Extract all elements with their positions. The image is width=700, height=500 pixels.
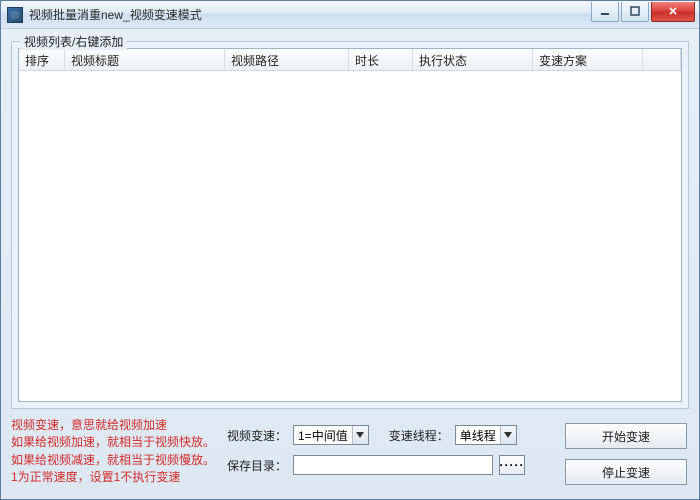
column-header[interactable]: 时长 [349,49,413,70]
column-header[interactable]: 视频路径 [225,49,349,70]
chevron-down-icon [352,426,368,444]
controls-area: 视频变速： 1=中间值 变速线程： 单线程 [221,415,563,493]
app-icon [7,7,23,23]
window-title: 视频批量消重new_视频变速模式 [29,6,589,23]
column-header[interactable]: 排序 [19,49,65,70]
row-savedir: 保存目录： ····· [227,455,525,475]
start-button[interactable]: 开始变速 [565,423,687,449]
title-bar: 视频批量消重new_视频变速模式 [1,1,699,29]
list-body[interactable] [19,71,681,401]
help-line: 如果给视频加速，就相当于视频快放。 [11,434,221,451]
close-icon [668,6,678,16]
minimize-icon [600,6,610,16]
list-header: 排序视频标题视频路径时长执行状态变速方案 [19,49,681,71]
close-button[interactable] [651,2,695,22]
thread-label: 变速线程： [389,427,449,444]
maximize-button[interactable] [621,2,649,22]
savedir-input[interactable] [293,455,493,475]
video-listview[interactable]: 排序视频标题视频路径时长执行状态变速方案 [18,48,682,402]
group-title: 视频列表/右键添加 [20,33,127,50]
column-header-filler [643,49,681,70]
maximize-icon [630,6,640,16]
row-speed-thread: 视频变速： 1=中间值 变速线程： 单线程 [227,425,517,445]
app-window: 视频批量消重new_视频变速模式 视频列表/右键添加 排序视频标题视频路径时长执… [0,0,700,500]
client-area: 视频列表/右键添加 排序视频标题视频路径时长执行状态变速方案 视频变速，意思就给… [1,29,699,499]
browse-button[interactable]: ····· [499,455,525,475]
help-text: 视频变速，意思就给视频加速 如果给视频加速，就相当于视频快放。 如果给视频减速，… [11,415,221,493]
speed-label: 视频变速： [227,427,287,444]
savedir-label: 保存目录： [227,457,287,474]
column-header[interactable]: 变速方案 [533,49,643,70]
bottom-panel: 视频变速，意思就给视频加速 如果给视频加速，就相当于视频快放。 如果给视频减速，… [11,415,689,493]
speed-combo-value: 1=中间值 [294,427,352,444]
column-header[interactable]: 视频标题 [65,49,225,70]
window-buttons [589,2,695,22]
thread-combo-value: 单线程 [456,427,500,444]
help-line: 视频变速，意思就给视频加速 [11,417,221,434]
minimize-button[interactable] [591,2,619,22]
column-header[interactable]: 执行状态 [413,49,533,70]
stop-button[interactable]: 停止变速 [565,459,687,485]
help-line: 1为正常速度，设置1不执行变速 [11,469,221,486]
action-buttons: 开始变速 停止变速 [563,415,689,493]
speed-combo[interactable]: 1=中间值 [293,425,369,445]
thread-combo[interactable]: 单线程 [455,425,517,445]
video-list-group: 视频列表/右键添加 排序视频标题视频路径时长执行状态变速方案 [11,41,689,409]
chevron-down-icon [500,426,516,444]
help-line: 如果给视频减速，就相当于视频慢放。 [11,452,221,469]
